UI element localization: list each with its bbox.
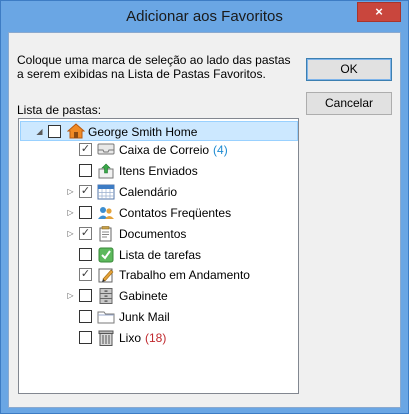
documents-icon (97, 226, 115, 242)
cabinet-icon (97, 288, 115, 304)
tree-item-row[interactable]: ▷ ✓ Documentos (20, 224, 298, 244)
contacts-icon (97, 205, 115, 221)
folder-icon (97, 309, 115, 325)
expand-arrow-icon[interactable]: ▷ (66, 187, 75, 196)
folder-label: Contatos Freqüentes (119, 206, 231, 220)
expand-arrow-icon[interactable]: ▷ (66, 208, 75, 217)
folder-name: Junk Mail (119, 310, 170, 324)
folder-name: Documentos (119, 227, 187, 241)
calendar-icon (97, 184, 115, 200)
tree-item-row[interactable]: Junk Mail (20, 307, 298, 327)
tree-item-row[interactable]: Itens Enviados (20, 161, 298, 181)
collapse-arrow-icon[interactable]: ◢ (35, 127, 44, 136)
tree-item-row[interactable]: Lixo (18) (20, 328, 298, 348)
instructions-text: Coloque uma marca de seleção ao lado das… (17, 53, 291, 81)
folder-checkbox[interactable]: ✓ (79, 185, 92, 198)
folder-list-label: Lista de pastas: (17, 103, 102, 117)
folder-checkbox[interactable] (79, 310, 92, 323)
tasks-icon (97, 247, 115, 263)
tree-item-row[interactable]: Lista de tarefas (20, 245, 298, 265)
cancel-button[interactable]: Cancelar (306, 92, 392, 115)
tree-item-row[interactable]: ▷ Gabinete (20, 286, 298, 306)
folder-name: Trabalho em Andamento (119, 268, 250, 282)
work-in-progress-icon (97, 267, 115, 283)
folder-name: Lixo (119, 331, 142, 345)
expand-arrow-icon[interactable]: ▷ (66, 229, 75, 238)
trash-icon (97, 330, 115, 346)
folder-label: Lixo (18) (119, 331, 166, 345)
inbox-icon (97, 142, 115, 158)
folder-label: Trabalho em Andamento (119, 268, 250, 282)
folder-checkbox[interactable]: ✓ (79, 143, 92, 156)
tree-item-row[interactable]: ▷ Contatos Freqüentes (20, 203, 298, 223)
tree-root-row[interactable]: ◢ George Smith Home (20, 121, 298, 141)
folder-label: Junk Mail (119, 310, 170, 324)
title-bar[interactable]: Adicionar aos Favoritos × (1, 1, 408, 32)
folder-checkbox[interactable] (79, 289, 92, 302)
tree-item-row[interactable]: ✓ Trabalho em Andamento (20, 265, 298, 285)
folder-checkbox[interactable] (79, 331, 92, 344)
dialog-title: Adicionar aos Favoritos (126, 8, 283, 25)
folder-tree[interactable]: ◢ George Smith Home ✓ Caixa de Correio (4)… (18, 118, 299, 394)
tree-item-row[interactable]: ▷ ✓ Calendário (20, 182, 298, 202)
tree-item-row[interactable]: ✓ Caixa de Correio (4) (20, 140, 298, 160)
close-button[interactable]: × (357, 2, 401, 22)
folder-checkbox[interactable] (79, 206, 92, 219)
folder-name: Calendário (119, 185, 178, 199)
unread-count: (18) (145, 331, 167, 345)
folder-label: Calendário (119, 185, 177, 199)
unread-count: (4) (213, 143, 228, 157)
root-label: George Smith Home (88, 125, 198, 139)
folder-checkbox[interactable]: ✓ (79, 227, 92, 240)
folder-label: Lista de tarefas (119, 248, 201, 262)
folder-checkbox[interactable] (79, 164, 92, 177)
sent-items-icon (97, 163, 115, 179)
folder-name: Gabinete (119, 289, 168, 303)
root-checkbox[interactable] (48, 125, 61, 138)
folder-label: Caixa de Correio (4) (119, 143, 228, 157)
close-icon: × (375, 4, 383, 19)
folder-name: Lista de tarefas (119, 248, 202, 262)
folder-label: Gabinete (119, 289, 168, 303)
home-icon (66, 123, 86, 139)
folder-name: Itens Enviados (119, 164, 198, 178)
folder-checkbox[interactable]: ✓ (79, 268, 92, 281)
folder-label: Documentos (119, 227, 186, 241)
folder-name: Caixa de Correio (119, 143, 210, 157)
folder-checkbox[interactable] (79, 248, 92, 261)
folder-label: Itens Enviados (119, 164, 198, 178)
expand-arrow-icon[interactable]: ▷ (66, 291, 75, 300)
folder-name: Contatos Freqüentes (119, 206, 232, 220)
ok-button[interactable]: OK (306, 58, 392, 81)
